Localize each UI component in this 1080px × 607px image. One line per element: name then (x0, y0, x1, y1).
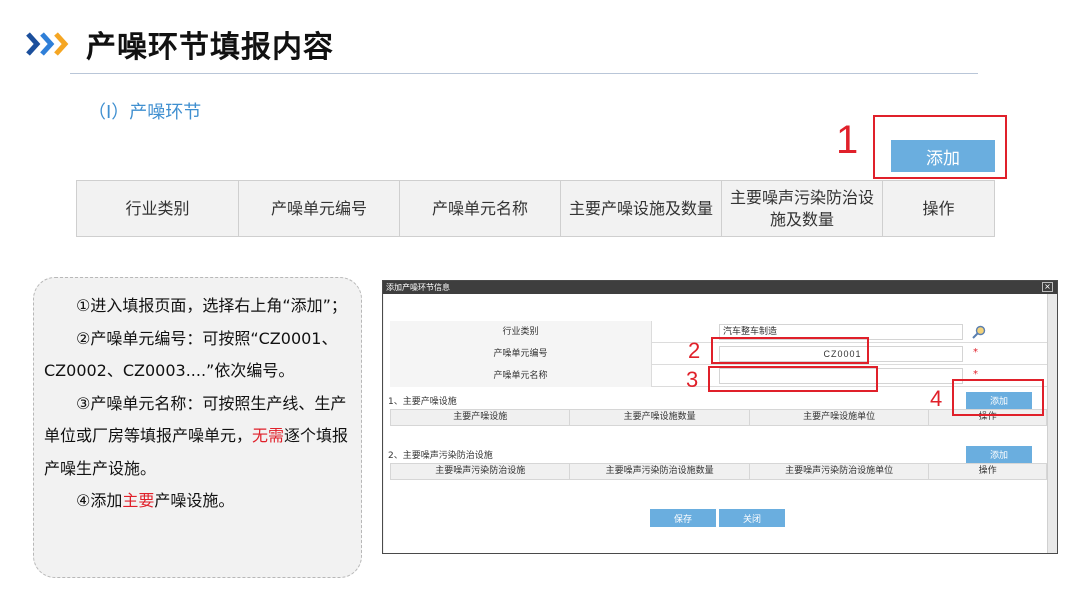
note-step-2: ②产噪单元编号：可按照“CZ0001、CZ0002、CZ0003....”依次编… (44, 328, 338, 381)
dialog-titlebar: 添加产噪环节信息 × (383, 281, 1057, 294)
required-mark: * (973, 347, 978, 358)
add-button[interactable]: 添加 (891, 140, 995, 172)
section-title-control-facilities: 2、主要噪声污染防治设施 (388, 451, 493, 461)
column-unit-code: 产噪单元编号 (238, 180, 400, 237)
search-icon[interactable] (971, 324, 987, 340)
page-title: 产噪环节填报内容 (86, 30, 334, 65)
emphasis-no-need: 无需 (252, 426, 285, 445)
grid-col-facility-unit: 主要产噪设施单位 (750, 410, 930, 425)
field-label-industry: 行业类别 (390, 321, 652, 343)
save-button[interactable]: 保存 (650, 509, 716, 527)
grid-col-facility-count: 主要产噪设施数量 (570, 410, 750, 425)
step-marker-4: 4 (930, 386, 943, 411)
highlight-box-add-facility (952, 379, 1044, 416)
dialog-title: 添加产噪环节信息 (386, 283, 450, 292)
dialog-body: 行业类别 汽车整车制造 产噪单元编号 CZ0001 * 产噪单元名称 * 1、主… (384, 294, 1048, 553)
control-facilities-grid: 主要噪声污染防治设施 主要噪声污染防治设施数量 主要噪声污染防治设施单位 操作 (390, 463, 1047, 480)
note-step-3: ③产噪单元名称：可按照生产线、生产单位或厂房等填报产噪单元，无需逐个填报产噪生产… (44, 393, 349, 478)
close-icon[interactable]: × (1042, 282, 1053, 292)
chevron-arrows-icon (26, 32, 69, 56)
field-label-unit-code: 产噪单元编号 (390, 343, 652, 365)
add-control-facility-button[interactable]: 添加 (966, 446, 1032, 463)
note-step-4: ④添加主要产噪设施。 (76, 491, 235, 510)
column-operation: 操作 (882, 180, 995, 237)
column-industry-category: 行业类别 (76, 180, 239, 237)
emphasis-main: 主要 (122, 491, 155, 510)
note-step-1: ①进入填报页面，选择右上角“添加”； (76, 296, 347, 315)
noise-unit-table: 行业类别 产噪单元编号 产噪单元名称 主要产噪设施及数量 主要噪声污染防治设施及… (76, 180, 995, 237)
field-label-unit-name: 产噪单元名称 (390, 365, 652, 387)
dialog-scrollbar[interactable] (1047, 294, 1057, 553)
column-noise-facilities: 主要产噪设施及数量 (560, 180, 722, 237)
column-unit-name: 产噪单元名称 (399, 180, 561, 237)
grid-col-facility: 主要产噪设施 (391, 410, 571, 425)
close-button[interactable]: 关闭 (719, 509, 785, 527)
noise-facilities-grid: 主要产噪设施 主要产噪设施数量 主要产噪设施单位 操作 (390, 409, 1047, 426)
highlight-box-unit-name (708, 366, 878, 392)
highlight-box-unit-code (711, 337, 869, 364)
grid-col-control-count: 主要噪声污染防治设施数量 (570, 464, 750, 479)
grid-col-control-unit: 主要噪声污染防治设施单位 (750, 464, 930, 479)
add-noise-unit-dialog: 添加产噪环节信息 × 行业类别 汽车整车制造 产噪单元编号 CZ0001 * 产… (382, 280, 1058, 554)
section-label: （I）产噪环节 (88, 102, 202, 123)
column-control-facilities: 主要噪声污染防治设施及数量 (721, 180, 883, 237)
step-marker-2: 2 (688, 338, 701, 363)
grid-col-control: 主要噪声污染防治设施 (391, 464, 571, 479)
step-marker-1: 1 (836, 118, 859, 162)
grid-col-operation: 操作 (978, 466, 997, 476)
section-title-noise-facilities: 1、主要产噪设施 (388, 397, 457, 407)
title-divider (70, 73, 978, 74)
step-marker-3: 3 (686, 367, 699, 392)
instructions-note: ①进入填报页面，选择右上角“添加”； ②产噪单元编号：可按照“CZ0001、CZ… (33, 277, 362, 578)
